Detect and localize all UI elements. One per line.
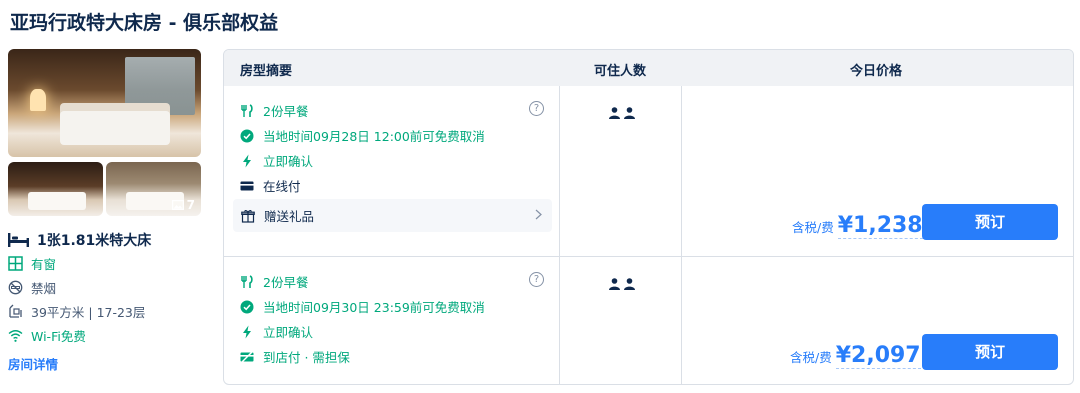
feature-area: 39平方米 | 17-23层: [8, 302, 145, 321]
image-icon: [171, 200, 184, 210]
bed-type-label: 1张1.81米特大床: [37, 233, 152, 249]
lightning-icon: [243, 154, 251, 167]
column-divider: [681, 86, 682, 384]
feature-label: 禁烟: [31, 281, 57, 296]
payment-label: 在线付: [263, 179, 301, 194]
bed-type: 1张1.81米特大床: [8, 230, 151, 250]
person-icon: [624, 107, 635, 119]
feature-label: 39平方米 | 17-23层: [31, 305, 146, 320]
photo-lamp: [30, 89, 46, 111]
photo-window: [125, 57, 195, 115]
check-circle-icon: [240, 129, 254, 142]
confirm-policy: 立即确认: [240, 151, 313, 170]
feature-no-smoking: 禁烟: [8, 278, 56, 297]
info-icon[interactable]: ?: [529, 101, 544, 116]
cancel-label: 当地时间09月28日 12:00前可免费取消: [263, 129, 485, 144]
photo-bed: [60, 111, 170, 145]
photo-bed: [28, 192, 86, 210]
lightning-icon: [243, 325, 251, 338]
chevron-right-icon: [535, 209, 542, 220]
confirm-policy: 立即确认: [240, 322, 313, 341]
photo-count-badge: 7: [171, 198, 195, 212]
payment-policy: 到店付 · 需担保: [240, 347, 350, 366]
price-block: 含税/费 ¥2,097: [790, 344, 921, 369]
column-divider: [559, 86, 560, 384]
room-photo-main[interactable]: [8, 49, 201, 157]
person-icon: [624, 278, 635, 290]
cancel-policy: 当地时间09月30日 23:59前可免费取消: [240, 297, 485, 316]
confirm-label: 立即确认: [263, 154, 314, 169]
book-button[interactable]: 预订: [922, 334, 1058, 370]
cancel-label: 当地时间09月30日 23:59前可免费取消: [263, 300, 485, 315]
payment-label: 到店付 · 需担保: [263, 350, 350, 365]
gift-icon: [241, 209, 255, 223]
photo-count: 7: [186, 198, 195, 212]
guest-count: [609, 278, 635, 290]
header-price: 今日价格: [850, 64, 903, 79]
wifi-icon: [8, 330, 23, 342]
meal-policy: 2份早餐: [240, 101, 308, 120]
book-button[interactable]: 预订: [922, 204, 1058, 240]
room-photo-thumb-1[interactable]: [8, 162, 103, 216]
gift-row[interactable]: 赠送礼品: [233, 199, 552, 232]
info-icon[interactable]: ?: [529, 272, 544, 287]
price-note: 含税/费: [792, 220, 834, 235]
area-icon: [9, 304, 22, 318]
room-photo-thumb-2[interactable]: 7: [106, 162, 201, 216]
table-header: 房型摘要 可住人数 今日价格: [224, 50, 1073, 86]
gift-label: 赠送礼品: [264, 209, 315, 224]
header-summary: 房型摘要: [240, 64, 293, 79]
feature-wifi: Wi-Fi免费: [8, 326, 86, 345]
price-note: 含税/费: [790, 350, 832, 365]
rate-table: 房型摘要 可住人数 今日价格 2份早餐 ? 当地时间09月28日 12:00前可…: [223, 49, 1074, 385]
confirm-label: 立即确认: [263, 325, 314, 340]
price[interactable]: ¥2,097: [835, 344, 921, 369]
feature-window: 有窗: [8, 254, 56, 273]
price[interactable]: ¥1,238: [837, 214, 923, 239]
check-circle-icon: [240, 300, 254, 313]
payment-policy: 在线付: [240, 176, 301, 195]
bed-icon: [8, 233, 29, 247]
header-guests: 可住人数: [594, 64, 647, 79]
meal-label: 2份早餐: [263, 275, 309, 290]
window-icon: [8, 256, 23, 271]
person-icon: [609, 107, 620, 119]
cancel-policy: 当地时间09月28日 12:00前可免费取消: [240, 126, 485, 145]
row-divider: [224, 256, 1073, 257]
no-smoking-icon: [8, 280, 23, 295]
meal-policy: 2份早餐: [240, 272, 308, 291]
feature-label: 有窗: [31, 257, 57, 272]
credit-card-icon: [240, 181, 254, 190]
room-title: 亚玛行政特大床房 - 俱乐部权益: [10, 12, 279, 34]
fork-knife-icon: [241, 103, 253, 117]
price-block: 含税/费 ¥1,238: [792, 214, 923, 239]
meal-label: 2份早餐: [263, 104, 309, 119]
card-guarantee-icon: [240, 350, 254, 363]
feature-label: Wi-Fi免费: [31, 329, 86, 344]
person-icon: [609, 278, 620, 290]
guest-count: [609, 107, 635, 119]
room-details-link[interactable]: 房间详情: [8, 354, 58, 373]
fork-knife-icon: [241, 274, 253, 288]
